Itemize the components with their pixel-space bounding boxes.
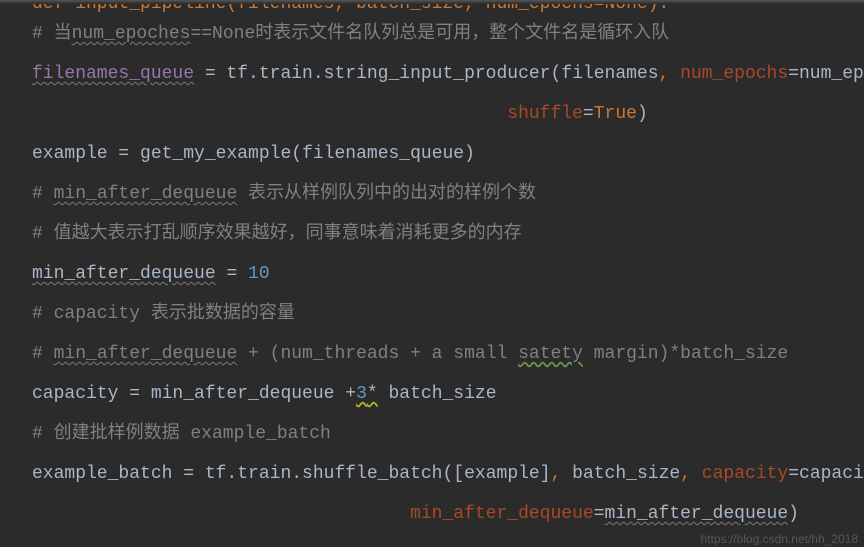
comment-text: # <box>32 184 54 204</box>
code-line: example = get_my_example(filenames_queue… <box>32 134 864 174</box>
paren: ( <box>291 144 302 164</box>
comment-text: # 创建批样例数据 example_batch <box>32 424 331 444</box>
equals: = <box>583 104 594 124</box>
comma: , <box>680 464 702 484</box>
comment-text: 表示从样例队列中的出对的样例个数 <box>237 184 536 204</box>
code-text: = tf.train. <box>194 64 324 84</box>
code-line: # capacity 表示批数据的容量 <box>32 294 864 334</box>
code-line: # 当num_epoches==None时表示文件名队列总是可用，整个文件名是循… <box>32 14 864 54</box>
comment-text: # <box>32 344 54 364</box>
equals: = <box>788 464 799 484</box>
comment-text: margin)*batch_size <box>583 344 788 364</box>
argument: filenames <box>561 64 658 84</box>
named-arg: shuffle <box>507 104 583 124</box>
comment-underlined: min_after_dequeue <box>54 344 238 364</box>
comment-underlined: num_epoches <box>72 24 191 44</box>
code-line: min_after_dequeue=min_after_dequeue) <box>32 494 864 534</box>
variable: min_after_dequeue <box>32 264 216 284</box>
code-text: example = <box>32 144 140 164</box>
code-line: min_after_dequeue = 10 <box>32 254 864 294</box>
number-literal: 10 <box>248 264 270 284</box>
named-arg: min_after_dequeue <box>410 504 594 524</box>
code-line: # min_after_dequeue 表示从样例队列中的出对的样例个数 <box>32 174 864 214</box>
code-text: batch_size <box>378 384 497 404</box>
code-editor[interactable]: def input_pipeline(filenames, batch_size… <box>0 4 864 534</box>
paren: ) <box>788 504 799 524</box>
paren: ( <box>551 64 562 84</box>
equals: = <box>216 264 248 284</box>
indent <box>32 504 410 524</box>
argument: filenames_queue <box>302 144 464 164</box>
code-text: example_batch = tf.train. <box>32 464 302 484</box>
code-line: shuffle=True) <box>32 94 864 134</box>
function-call: shuffle_batch <box>302 464 442 484</box>
paren: ( <box>442 464 453 484</box>
bracket: ] <box>540 464 551 484</box>
indent <box>32 104 507 124</box>
paren: ) <box>637 104 648 124</box>
argument: num_epochs <box>799 64 864 84</box>
code-text: def input_pipeline(filenames, batch_size… <box>32 4 669 14</box>
argument: min_after_dequeue <box>605 504 789 524</box>
function-call: get_my_example <box>140 144 291 164</box>
code-line: # 值越大表示打乱顺序效果越好，同事意味着消耗更多的内存 <box>32 214 864 254</box>
code-line: # min_after_dequeue + (num_threads + a s… <box>32 334 864 374</box>
comment-typo: satety <box>518 344 583 364</box>
keyword-true: True <box>594 104 637 124</box>
code-line: capacity = min_after_dequeue +3* batch_s… <box>32 374 864 414</box>
operator: * <box>367 384 378 404</box>
equals: = <box>788 64 799 84</box>
code-text: capacity = min_after_dequeue + <box>32 384 356 404</box>
argument: example <box>464 464 540 484</box>
named-arg: capacity <box>702 464 788 484</box>
watermark-text: https://blog.csdn.net/hh_2018 <box>701 533 858 545</box>
number-literal: 3 <box>356 384 367 404</box>
argument: batch_size <box>572 464 680 484</box>
comma: , <box>551 464 573 484</box>
variable: filenames_queue <box>32 64 194 84</box>
comment-text: # capacity 表示批数据的容量 <box>32 304 295 324</box>
bracket: [ <box>453 464 464 484</box>
code-line: # 创建批样例数据 example_batch <box>32 414 864 454</box>
comment-text: + (num_threads + a small <box>237 344 518 364</box>
comment-text: # 当 <box>32 24 72 44</box>
comment-text: # 值越大表示打乱顺序效果越好，同事意味着消耗更多的内存 <box>32 224 522 244</box>
function-call: string_input_producer <box>324 64 551 84</box>
comma: , <box>659 64 681 84</box>
comment-underlined: min_after_dequeue <box>54 184 238 204</box>
named-arg: num_epochs <box>680 64 788 84</box>
code-line: filenames_queue = tf.train.string_input_… <box>32 54 864 94</box>
partial-cutoff-line: def input_pipeline(filenames, batch_size… <box>32 4 864 14</box>
code-line: example_batch = tf.train.shuffle_batch([… <box>32 454 864 494</box>
comment-text: ==None时表示文件名队列总是可用，整个文件名是循环入队 <box>190 24 669 44</box>
paren: ) <box>464 144 475 164</box>
argument: capacity <box>799 464 864 484</box>
equals: = <box>594 504 605 524</box>
